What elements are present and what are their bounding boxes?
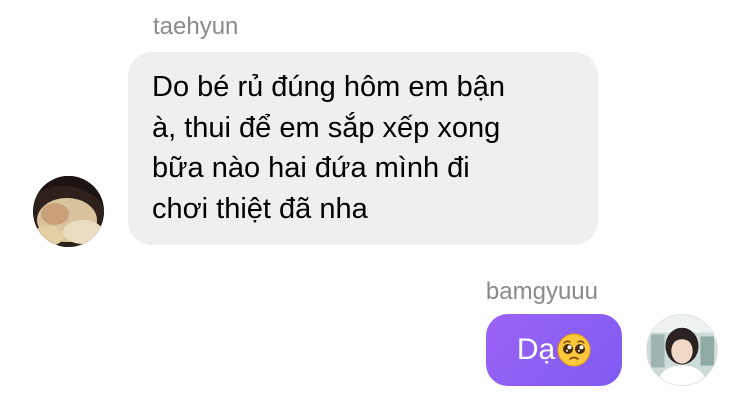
message-text: Dạ	[516, 333, 556, 366]
avatar-photo-bamgyuuu	[647, 315, 717, 385]
avatar-bamgyuuu[interactable]	[646, 314, 718, 386]
pleading-face-emoji-icon	[557, 333, 591, 367]
sender-name-bamgyuuu: bamgyuuu	[485, 278, 598, 305]
message-line: bữa nào hai đứa mình đi	[152, 152, 470, 184]
message-line: Do bé rủ đúng hôm em bận	[152, 71, 506, 103]
message-line: chơi thiệt đã nha	[152, 192, 368, 225]
message-line: à, thui để em sắp xếp xong	[152, 111, 501, 144]
avatar-taehyun[interactable]	[33, 176, 104, 247]
message-bubble-incoming[interactable]: Do bé rủ đúng hôm em bận à, thui để em s…	[128, 52, 598, 245]
avatar-photo-taehyun	[33, 176, 104, 247]
sender-name-taehyun: taehyun	[153, 13, 239, 40]
message-bubble-outgoing[interactable]: Dạ	[486, 314, 622, 386]
